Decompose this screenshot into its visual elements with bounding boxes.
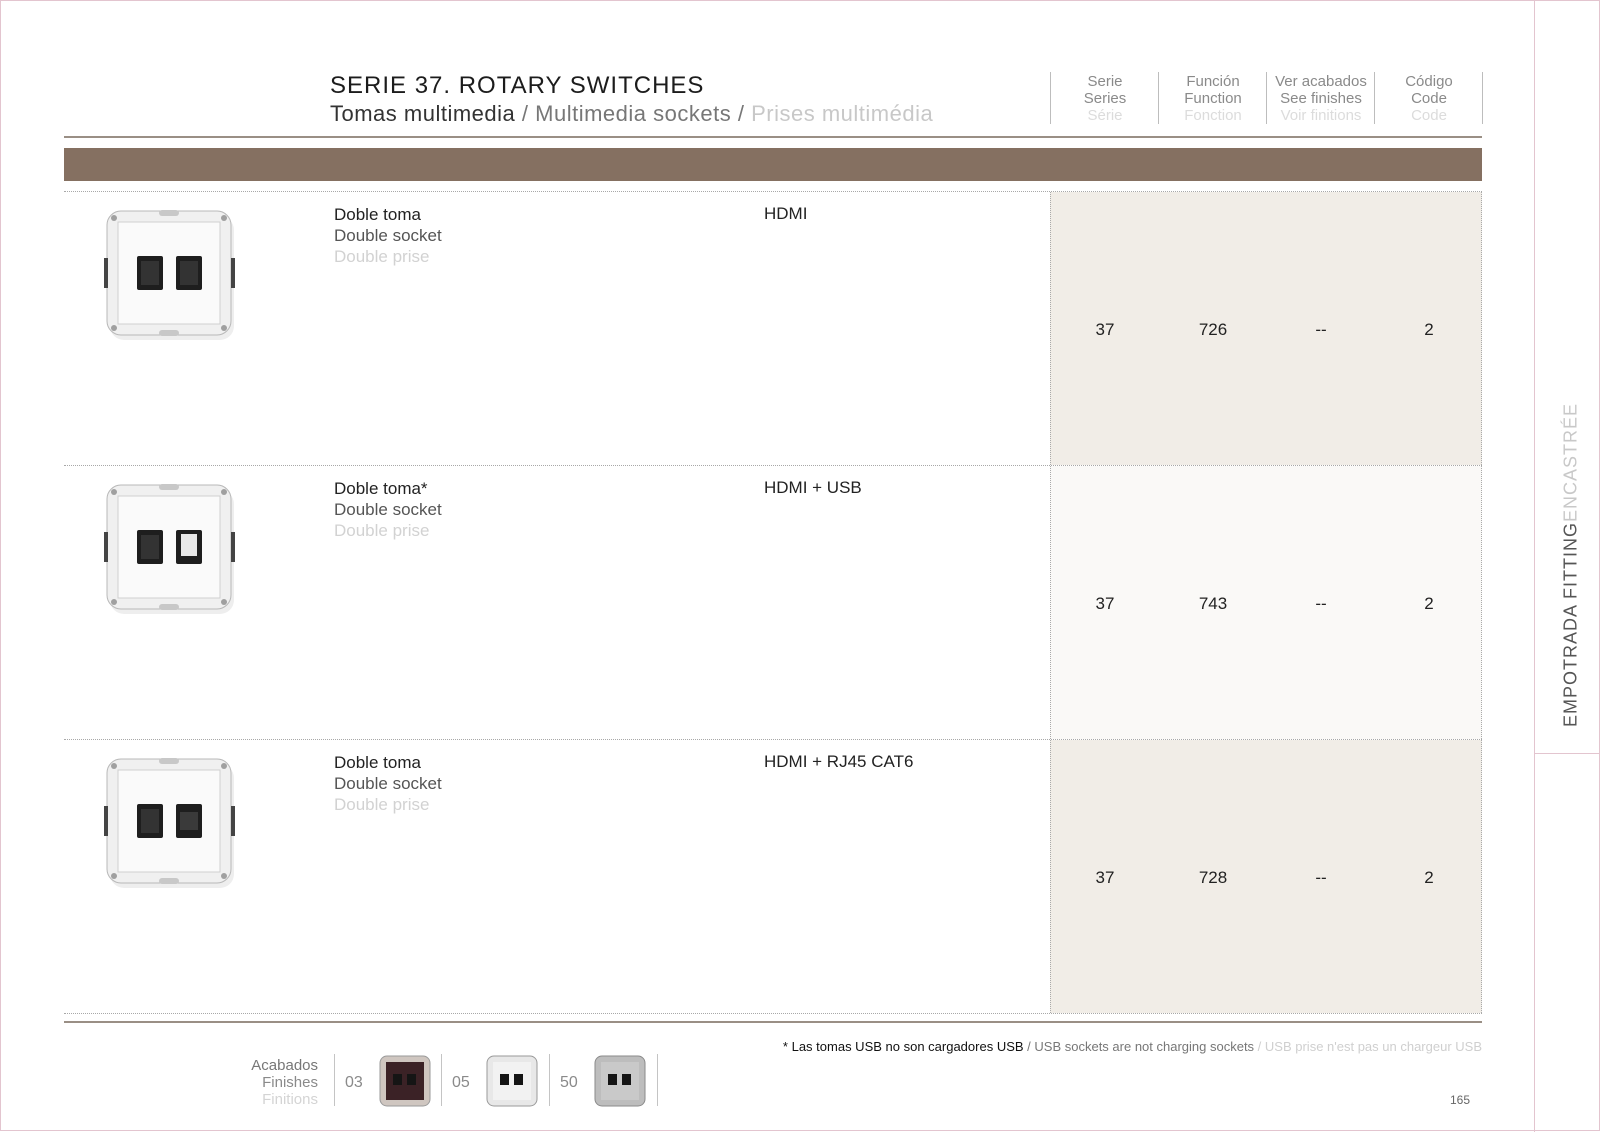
hdmi-usb-socket-image <box>104 484 235 614</box>
acabados-value: -- <box>1315 594 1327 613</box>
page-number: 165 <box>1450 1093 1471 1107</box>
hdmi-double-socket-image <box>104 210 235 340</box>
acabados-value: -- <box>1315 868 1327 887</box>
codigo-value: 2 <box>1424 868 1434 887</box>
side-tab-edge <box>1534 752 1535 1132</box>
footer-rule <box>64 1021 1482 1023</box>
row-divider <box>64 1013 1482 1014</box>
column-header-funcion: Función Function Fonction <box>1184 73 1242 124</box>
codigo-value: 2 <box>1424 320 1434 339</box>
acabados-value: -- <box>1315 320 1327 339</box>
column-header-serie: Serie Series Série <box>1083 73 1127 124</box>
header-divider <box>1482 72 1483 124</box>
column-header-codigo: Código Code Code <box>1405 73 1453 124</box>
product-function: HDMI + RJ45 CAT6 <box>764 752 914 771</box>
side-section-label: EMPOTRADA FITTINGENCASTRÉE <box>1560 402 1581 728</box>
page-title: SERIE 37. ROTARY SWITCHES <box>330 72 705 99</box>
table-row: Doble toma Double socket Double prise HD… <box>64 740 1482 1013</box>
finish-divider <box>334 1054 335 1106</box>
product-description: Doble toma* Double socket Double prise <box>334 479 442 540</box>
product-description: Doble toma Double socket Double prise <box>334 753 442 814</box>
finish-divider <box>549 1054 550 1106</box>
serie-value: 37 <box>1095 320 1115 339</box>
product-description: Doble toma Double socket Double prise <box>334 205 442 266</box>
header-divider <box>1158 72 1159 124</box>
funcion-value: 743 <box>1198 594 1228 613</box>
subtitle-es: Tomas multimedia <box>330 101 516 126</box>
finish-divider <box>441 1054 442 1106</box>
header-divider <box>1266 72 1267 124</box>
serie-value: 37 <box>1095 868 1115 887</box>
product-function: HDMI <box>764 204 808 223</box>
finish-divider <box>657 1054 658 1106</box>
subtitle-separator: / <box>521 101 529 126</box>
serie-value: 37 <box>1095 594 1115 613</box>
finish-code: 05 <box>452 1074 470 1091</box>
finish-swatch-03 <box>379 1055 431 1107</box>
header-divider <box>1374 72 1375 124</box>
funcion-value: 726 <box>1198 320 1228 339</box>
header-divider <box>1050 72 1051 124</box>
usb-footnote: * Las tomas USB no son cargadores USB / … <box>782 1039 1482 1054</box>
finish-code: 03 <box>345 1074 363 1091</box>
table-row: Doble toma Double socket Double prise HD… <box>64 192 1482 465</box>
finish-code: 50 <box>560 1074 578 1091</box>
category-band <box>64 148 1482 181</box>
finish-swatch-05 <box>486 1055 538 1107</box>
table-row: Doble toma* Double socket Double prise H… <box>64 466 1482 739</box>
hdmi-rj45-socket-image <box>104 758 235 888</box>
codigo-value: 2 <box>1424 594 1434 613</box>
header-rule <box>64 136 1482 138</box>
column-header-acabados: Ver acabados See finishes Voir finitions <box>1275 73 1367 124</box>
subtitle-en: Multimedia sockets <box>535 101 732 126</box>
subtitle-fr: Prises multimédia <box>751 101 934 126</box>
page-subtitle: Tomas multimedia / Multimedia sockets / … <box>330 101 933 127</box>
funcion-value: 728 <box>1198 868 1228 887</box>
subtitle-separator: / <box>737 101 745 126</box>
finishes-label: Acabados Finishes Finitions <box>251 1057 318 1108</box>
finish-swatch-50 <box>594 1055 646 1107</box>
product-function: HDMI + USB <box>764 478 862 497</box>
